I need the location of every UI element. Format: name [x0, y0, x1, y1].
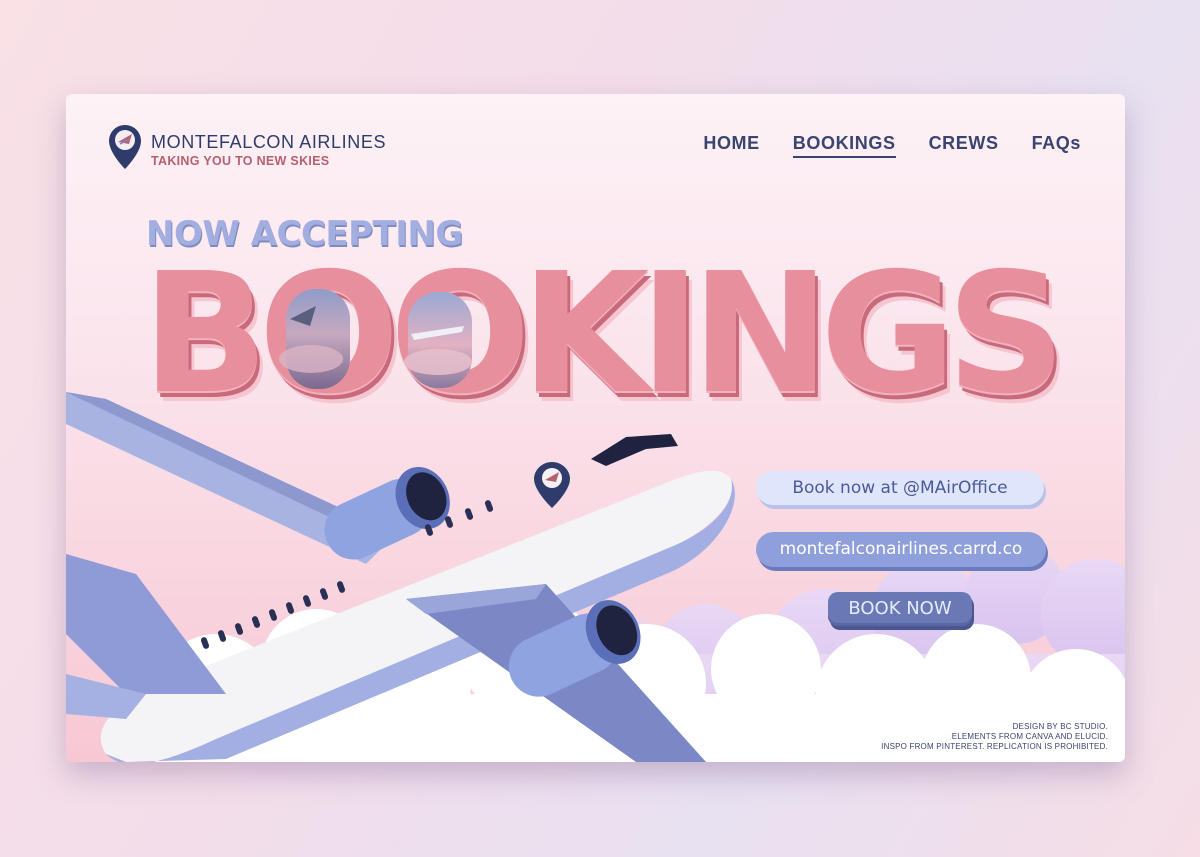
nav-faqs[interactable]: FAQs	[1032, 133, 1081, 158]
website-link[interactable]: montefalconairlines.carrd.co	[756, 532, 1046, 567]
brand[interactable]: MONTEFALCON AIRLINES TAKING YOU TO NEW S…	[108, 124, 386, 170]
booking-office-link[interactable]: Book now at @MAirOffice	[756, 471, 1044, 505]
fuselage-logo	[534, 462, 570, 508]
credits-line-3: INSPO FROM PINTEREST. REPLICATION IS PRO…	[881, 742, 1108, 751]
brand-tagline: TAKING YOU TO NEW SKIES	[151, 154, 330, 168]
hero-headline: BOOKINGS	[142, 238, 1066, 431]
landing-card: MONTEFALCON AIRLINES TAKING YOU TO NEW S…	[66, 94, 1125, 762]
credits-line-2: ELEMENTS FROM CANVA AND ELUCID.	[951, 732, 1108, 741]
credits-line-1: DESIGN BY BC STUDIO.	[1012, 722, 1108, 731]
brand-name: MONTEFALCON AIRLINES	[151, 132, 387, 152]
map-pin-plane-icon	[109, 125, 141, 169]
nav-crews[interactable]: CREWS	[929, 133, 999, 158]
main-nav: HOME BOOKINGS CREWS FAQs	[703, 133, 1081, 158]
nav-bookings[interactable]: BOOKINGS	[792, 133, 896, 158]
book-now-button[interactable]: BOOK NOW	[828, 592, 972, 626]
nav-home[interactable]: HOME	[703, 133, 759, 158]
credits: DESIGN BY BC STUDIO. ELEMENTS FROM CANVA…	[881, 722, 1108, 752]
